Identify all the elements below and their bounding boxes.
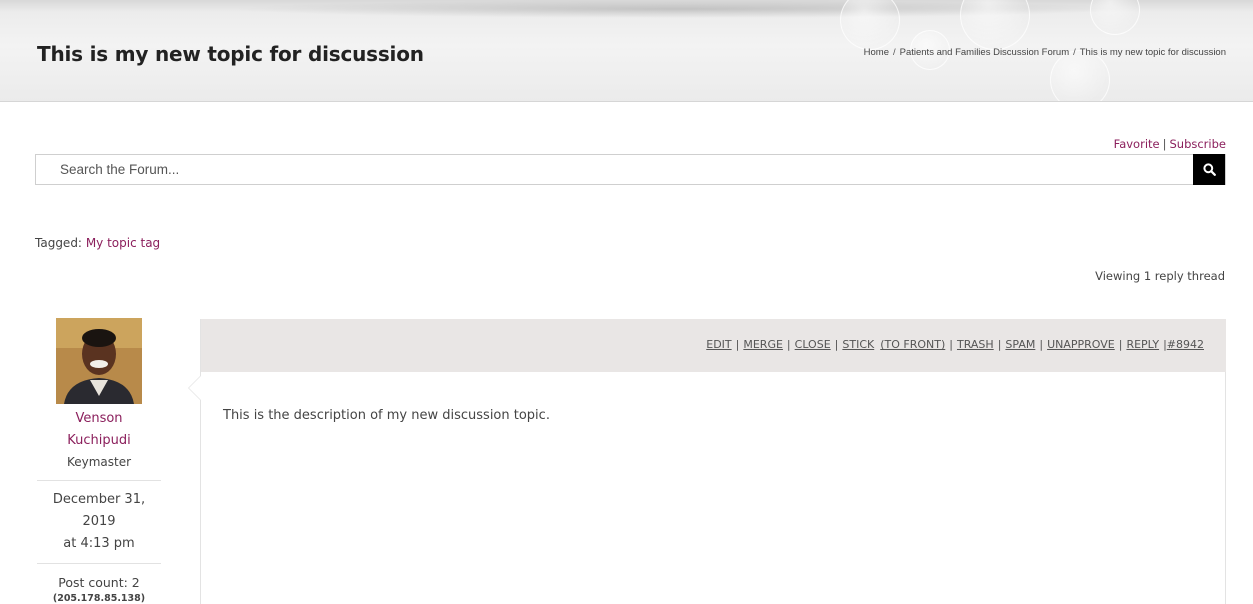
admin-links-separator: | (1118, 338, 1123, 351)
page-title: This is my new topic for discussion (37, 42, 424, 66)
author-last-name[interactable]: Kuchipudi (35, 430, 163, 452)
stick-link[interactable]: STICK (842, 338, 874, 351)
author-ip: (205.178.85.138) (52, 593, 146, 604)
reply-count: Viewing 1 reply thread (1095, 269, 1225, 283)
breadcrumb-separator: / (892, 47, 896, 58)
banner-bubble (1090, 0, 1140, 35)
admin-links-separator: | (834, 338, 839, 351)
breadcrumb-forum[interactable]: Patients and Families Discussion Forum (900, 47, 1069, 58)
unapprove-link[interactable]: UNAPPROVE (1047, 338, 1115, 351)
admin-links: EDIT | MERGE | CLOSE | STICK (TO FRONT) | TRASH | S… (706, 338, 1204, 351)
admin-links-separator: | (997, 338, 1002, 351)
author-first-name[interactable]: Venson (35, 408, 163, 430)
post-date: December 31, 2019 at 4:13 pm (35, 489, 163, 555)
tags-label: Tagged: (35, 236, 82, 250)
reply-author: Venson Kuchipudi Keymaster December 31, … (35, 318, 163, 604)
reply-header: EDIT | MERGE | CLOSE | STICK (TO FRONT) | TRASH | S… (201, 319, 1226, 372)
search-button[interactable] (1193, 154, 1225, 185)
favorite-link[interactable]: Favorite (1114, 137, 1160, 151)
admin-links-separator: | (735, 338, 740, 351)
post-date-time: at 4:13 pm (63, 536, 135, 551)
reply-link[interactable]: REPLY (1126, 338, 1159, 351)
subscribe-link[interactable]: Subscribe (1169, 137, 1226, 151)
avatar-portrait (56, 318, 142, 404)
breadcrumb-home[interactable]: Home (864, 47, 889, 58)
admin-links-separator: | (949, 338, 953, 351)
trash-link[interactable]: TRASH (957, 338, 994, 351)
edit-link[interactable]: EDIT (706, 338, 731, 351)
breadcrumb-current: This is my new topic for discussion (1079, 47, 1226, 58)
avatar[interactable] (56, 318, 142, 404)
banner-bubble (960, 0, 1030, 50)
close-link[interactable]: CLOSE (795, 338, 831, 351)
breadcrumb: Home / Patients and Families Discussion Fo… (864, 47, 1226, 58)
reply-pointer (188, 375, 201, 401)
topic-tags: Tagged: My topic tag (35, 236, 160, 250)
breadcrumb-separator: / (1073, 47, 1076, 58)
author-name[interactable]: Venson Kuchipudi (35, 408, 163, 452)
forum-search (35, 154, 1226, 185)
topic-actions-separator: | (1162, 137, 1167, 151)
reply-panel: EDIT | MERGE | CLOSE | STICK (TO FRONT) | TRASH | S… (188, 319, 1226, 604)
tag-link[interactable]: My topic tag (86, 236, 160, 250)
page-header-banner: This is my new topic for discussion Home… (0, 0, 1253, 102)
admin-links-separator: | (1039, 338, 1044, 351)
permalink[interactable]: #8942 (1167, 338, 1204, 351)
divider (37, 563, 161, 564)
merge-link[interactable]: MERGE (743, 338, 783, 351)
banner-bubble (840, 0, 900, 50)
author-role: Keymaster (66, 455, 132, 469)
spam-link[interactable]: SPAM (1005, 338, 1035, 351)
stick-to-front-link[interactable]: (TO FRONT) (880, 338, 945, 351)
admin-links-separator: | (786, 338, 791, 351)
divider (37, 480, 161, 481)
post-count: Post count: 2 (58, 575, 140, 590)
search-icon (1202, 163, 1216, 176)
post-date-day: December 31, 2019 (52, 492, 146, 529)
topic-actions: Favorite | Subscribe (1114, 137, 1226, 151)
search-input[interactable] (36, 155, 1192, 184)
reply-content: This is the description of my new discus… (223, 408, 550, 423)
